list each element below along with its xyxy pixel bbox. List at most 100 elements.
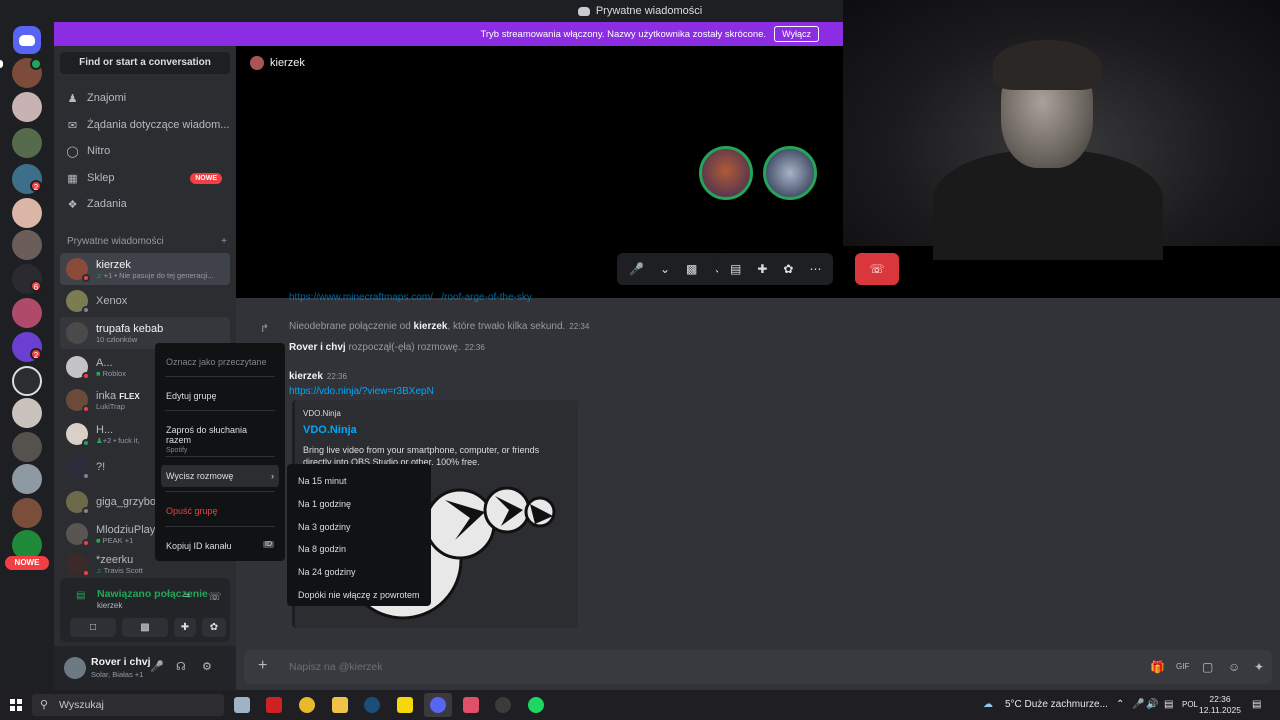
spotify-icon[interactable] <box>528 697 544 713</box>
server-icon[interactable] <box>12 298 42 328</box>
soundboard-icon[interactable]: ✿ <box>783 262 793 276</box>
message-composer[interactable]: + Napisz na @kierzek 🎁 GIF ▢ ☺ ✦ <box>244 650 1272 684</box>
mute-option[interactable]: Na 8 godzin <box>293 540 425 558</box>
menu-item-copy-id[interactable]: Kopiuj ID kanału ID <box>161 535 279 557</box>
add-dm-icon[interactable]: + <box>221 236 227 247</box>
app-icon[interactable] <box>266 697 282 713</box>
mute-option[interactable]: Na 1 godzinę <box>293 495 425 513</box>
headphones-icon[interactable]: ☊ <box>176 660 186 673</box>
soundboard-button[interactable]: ✿ <box>202 618 226 637</box>
nav-nitro[interactable]: ◯ Nitro <box>60 139 230 163</box>
dm-item-kierzek[interactable]: kierzek ♫ +1 • Nie pasuje do tej generacj… <box>60 253 230 285</box>
add-attachment-icon[interactable]: + <box>258 658 267 674</box>
server-icon[interactable] <box>12 230 42 260</box>
mute-option[interactable]: Na 24 godziny <box>293 563 425 581</box>
hang-up-button[interactable]: ☏ <box>855 253 899 285</box>
apps-icon[interactable]: ✦ <box>1254 660 1264 674</box>
start-button[interactable] <box>10 699 22 711</box>
participant-avatar[interactable] <box>763 146 817 200</box>
message-link[interactable]: https://vdo.ninja/?view=r3BXepN <box>289 386 434 397</box>
mute-option[interactable]: Na 3 godziny <box>293 518 425 536</box>
microphone-icon[interactable]: 🎤 <box>629 262 644 276</box>
window-title: Prywatne wiadomości <box>595 5 703 17</box>
noise-suppression-icon[interactable]: ≈ <box>184 590 190 602</box>
dm-item-xenox[interactable]: Xenox <box>60 285 230 317</box>
server-icon[interactable] <box>12 92 42 122</box>
more-options-icon[interactable]: ⋯ <box>809 262 821 276</box>
server-icon[interactable] <box>12 128 42 158</box>
menu-item-edit-group[interactable]: Edytuj grupę <box>161 385 279 407</box>
voice-channel[interactable]: kierzek <box>97 601 122 610</box>
server-icon[interactable] <box>12 432 42 462</box>
windows-taskbar: ⚲ Wyszukaj ☁ 5°C Duże zachmurze... ⌃ 🎤 🔊… <box>0 690 1280 720</box>
weather-text[interactable]: 5°C Duże zachmurze... <box>1005 699 1108 710</box>
steam-icon[interactable] <box>364 697 380 713</box>
mute-option[interactable]: Na 15 minut <box>293 472 425 490</box>
quests-icon: ❖ <box>67 198 78 211</box>
discord-window: Prywatne wiadomości 2 6 2 NOWE Tryb stre… <box>0 0 1280 720</box>
tray-chevron-icon[interactable]: ⌃ <box>1116 699 1124 710</box>
nav-friends[interactable]: ♟ Znajomi <box>60 86 230 110</box>
chevron-down-icon[interactable]: ⌄ <box>660 262 670 276</box>
message-input[interactable]: Napisz na @kierzek <box>289 661 383 673</box>
sticker-icon[interactable]: ▢ <box>1202 660 1213 674</box>
taskbar-clock[interactable]: 22:36 12.11.2025 <box>1198 694 1242 716</box>
activities-icon[interactable]: ✚ <box>757 262 767 276</box>
server-icon[interactable] <box>12 366 42 396</box>
webcam-overlay <box>843 0 1280 260</box>
find-conversation-button[interactable]: Find or start a conversation <box>60 52 230 74</box>
camera-off-icon[interactable]: ▩ <box>686 262 697 276</box>
message-link[interactable]: https://www.minecraftmaps.com/.../roof-a… <box>289 292 532 303</box>
disconnect-icon[interactable]: ☏ <box>208 590 222 603</box>
unread-badge: 2 <box>30 180 42 192</box>
volume-icon[interactable]: 🔊 <box>1146 699 1158 710</box>
disable-streamer-mode-button[interactable]: Wyłącz <box>774 26 819 42</box>
screen-share-icon[interactable]: ▤ <box>730 262 741 276</box>
taskbar-search[interactable]: ⚲ Wyszukaj <box>32 694 224 716</box>
notes-icon[interactable] <box>397 697 413 713</box>
server-icon[interactable] <box>12 198 42 228</box>
chrome-icon[interactable] <box>299 697 315 713</box>
user-status: Solar, Białas +1 <box>91 670 144 679</box>
status-dot <box>82 405 90 413</box>
search-icon: ⚲ <box>40 699 49 711</box>
server-icon[interactable] <box>12 398 42 428</box>
home-button[interactable] <box>13 26 41 54</box>
screen-share-button[interactable]: ▩ <box>122 618 168 637</box>
gift-icon[interactable]: 🎁 <box>1150 660 1165 674</box>
discord-icon[interactable] <box>430 697 446 713</box>
streamer-mode-banner: Tryb streamowania włączony. Nazwy użytko… <box>54 22 843 46</box>
microphone-icon[interactable]: 🎤 <box>150 660 164 673</box>
status-dot <box>82 539 90 547</box>
task-view-icon[interactable] <box>234 697 250 713</box>
microphone-tray-icon[interactable]: 🎤 <box>1132 699 1144 710</box>
mute-option[interactable]: Dopóki nie włączę z powrotem <box>293 586 425 604</box>
new-tag: NOWE <box>190 172 222 184</box>
settings-gear-icon[interactable]: ⚙ <box>202 660 212 673</box>
menu-item-mute[interactable]: Wycisz rozmowę › <box>161 465 279 487</box>
emoji-icon[interactable]: ☺ <box>1228 660 1240 674</box>
notifications-icon[interactable]: ▤ <box>1252 699 1261 710</box>
menu-item-mark-read[interactable]: Oznacz jako przeczytane <box>161 351 279 373</box>
user-avatar[interactable] <box>64 657 86 679</box>
spotify-icon: ♫ <box>96 565 102 575</box>
gif-icon[interactable]: GIF <box>1176 662 1189 671</box>
missed-call-message: Nieodebrane połączenie od kierzek, które… <box>289 321 590 332</box>
nav-message-requests[interactable]: ✉ Żądania dotyczące wiadom... <box>60 113 230 137</box>
flex-tag: FLEX <box>119 391 140 401</box>
participant-avatar[interactable] <box>699 146 753 200</box>
network-icon[interactable]: ▤ <box>1164 699 1173 710</box>
status-dot <box>82 507 90 515</box>
server-icon[interactable] <box>12 464 42 494</box>
menu-item-invite-listen[interactable]: Zaproś do słuchania razem Spotify <box>161 419 279 460</box>
app-icon[interactable] <box>463 697 479 713</box>
nav-quests[interactable]: ❖ Zadania <box>60 192 230 216</box>
file-explorer-icon[interactable] <box>332 697 348 713</box>
language-indicator[interactable]: POL <box>1182 700 1198 709</box>
camera-button[interactable]: □ <box>70 618 116 637</box>
activities-button[interactable]: ✚ <box>174 618 196 637</box>
menu-item-leave-group[interactable]: Opuść grupę <box>161 500 279 522</box>
obs-icon[interactable] <box>495 697 511 713</box>
server-icon[interactable] <box>12 498 42 528</box>
nav-shop[interactable]: ▦ Sklep NOWE <box>60 166 230 190</box>
